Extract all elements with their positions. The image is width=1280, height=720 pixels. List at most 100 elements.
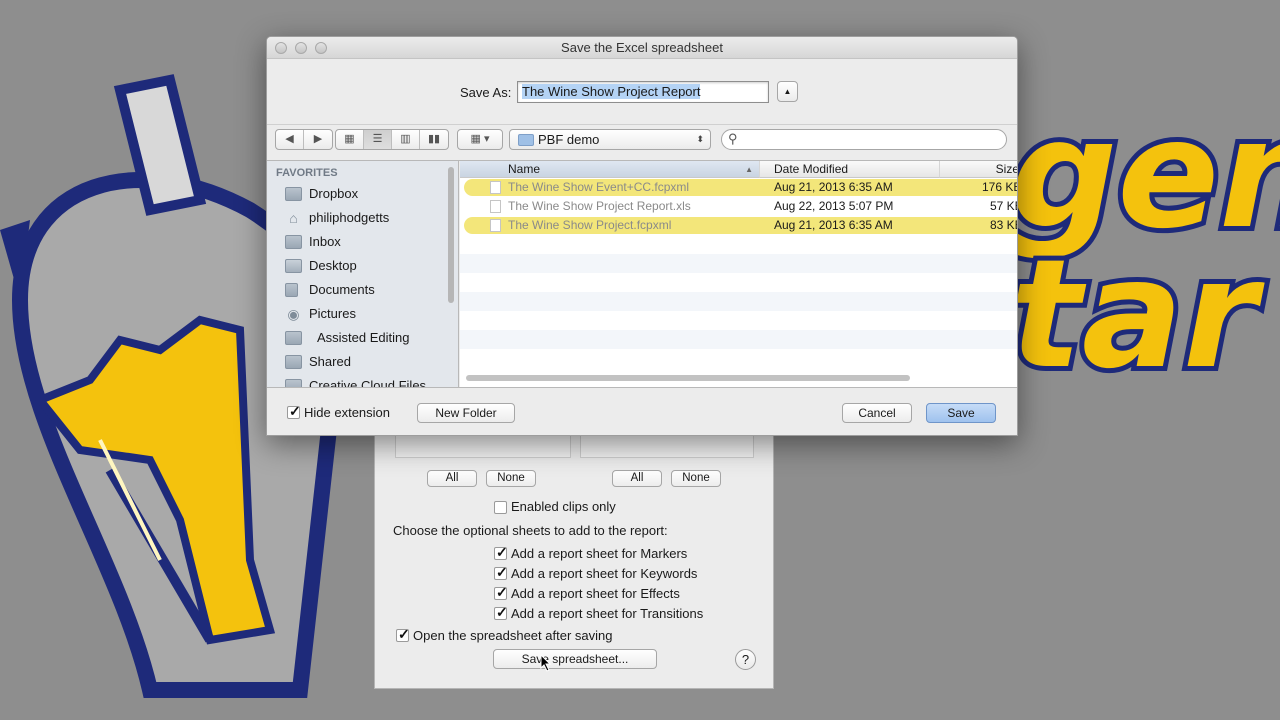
close-window-icon[interactable] <box>275 42 287 54</box>
file-row[interactable]: The Wine Show Project Report.xls Aug 22,… <box>460 197 1017 216</box>
effects-checkbox[interactable]: ✓ <box>494 584 508 600</box>
list-well-left <box>395 434 571 458</box>
keywords-checkbox[interactable]: ✓ <box>494 564 508 580</box>
open-after-checkbox[interactable]: ✓ <box>396 626 410 642</box>
sidebar: FAVORITES Dropbox ⌂ philiphodgetts Inbox… <box>267 161 459 387</box>
icon-view-icon[interactable]: ▦ <box>336 130 364 149</box>
file-row[interactable]: The Wine Show Project.fcpxml Aug 21, 201… <box>460 216 1017 235</box>
minimize-window-icon[interactable] <box>295 42 307 54</box>
zoom-window-icon[interactable] <box>315 42 327 54</box>
background-word-tar: tar <box>1005 228 1262 402</box>
file-size: 83 KB <box>990 218 1017 232</box>
markers-checkbox[interactable]: ✓ <box>494 544 508 560</box>
save-as-row: Save As: The Wine Show Project Report ▲ <box>267 59 1017 125</box>
file-name: The Wine Show Project Report.xls <box>508 199 691 213</box>
column-header-size[interactable]: Size <box>940 161 1017 178</box>
save-dialog: Save the Excel spreadsheet Save As: The … <box>266 36 1018 436</box>
report-options-panel: All None All None Enabled clips only Cho… <box>374 420 774 689</box>
sidebar-item-label: Dropbox <box>309 186 359 201</box>
cancel-button[interactable]: Cancel <box>842 403 912 423</box>
column-header-label: Name <box>508 162 541 176</box>
sidebar-item-label: Shared <box>309 354 351 369</box>
dialog-title: Save the Excel spreadsheet <box>561 40 723 55</box>
folder-icon <box>285 187 302 201</box>
new-folder-button[interactable]: New Folder <box>417 403 515 423</box>
forward-arrow-icon[interactable]: ▶ <box>304 130 332 149</box>
folder-icon <box>285 331 302 345</box>
sidebar-item-creative-cloud[interactable]: Creative Cloud Files <box>285 375 445 387</box>
sidebar-item-documents[interactable]: Documents <box>285 279 445 301</box>
file-row[interactable]: The Wine Show Event+CC.fcpxml Aug 21, 20… <box>460 178 1018 197</box>
sidebar-item-dropbox[interactable]: Dropbox <box>285 183 445 205</box>
column-header-name[interactable]: Name ▲ <box>460 161 760 178</box>
effects-sheet-label: Add a report sheet for Effects <box>511 586 680 601</box>
check-icon: ✓ <box>496 544 508 560</box>
empty-row <box>460 235 1017 254</box>
column-header-date[interactable]: Date Modified <box>760 161 940 178</box>
camera-icon: ◉ <box>287 306 300 322</box>
optional-sheets-prompt: Choose the optional sheets to add to the… <box>393 523 668 538</box>
sidebar-item-inbox[interactable]: Inbox <box>285 231 445 253</box>
documents-icon <box>285 283 298 297</box>
save-button[interactable]: Save <box>926 403 996 423</box>
document-icon <box>490 219 501 232</box>
hide-extension-checkbox[interactable]: ✓ <box>287 403 301 419</box>
check-icon: ✓ <box>398 626 410 642</box>
sidebar-item-home[interactable]: ⌂ philiphodgetts <box>285 207 445 229</box>
empty-row <box>460 254 1017 273</box>
hide-extension-label: Hide extension <box>304 405 390 420</box>
list-view-icon[interactable]: ☰ <box>364 130 392 149</box>
sidebar-item-assisted-editing[interactable]: Assisted Editing <box>285 327 445 349</box>
folder-icon <box>518 134 534 146</box>
none-button-right[interactable]: None <box>671 470 721 487</box>
sidebar-item-shared[interactable]: Shared <box>285 351 445 373</box>
sidebar-item-pictures[interactable]: ◉ Pictures <box>285 303 445 325</box>
save-spreadsheet-button[interactable]: Save spreadsheet... <box>493 649 657 669</box>
transitions-sheet-label: Add a report sheet for Transitions <box>511 606 704 621</box>
file-date: Aug 21, 2013 6:35 AM <box>774 218 893 232</box>
check-icon: ✓ <box>496 564 508 580</box>
mouse-cursor-icon <box>540 654 552 672</box>
folder-icon <box>285 355 302 369</box>
empty-row <box>460 273 1017 292</box>
view-mode-buttons: ▦ ☰ ▥ ▮▮ <box>335 129 449 150</box>
keywords-sheet-label: Add a report sheet for Keywords <box>511 566 698 581</box>
check-icon: ✓ <box>496 584 508 600</box>
check-icon: ✓ <box>496 604 508 620</box>
back-arrow-icon[interactable]: ◀ <box>276 130 304 149</box>
search-input[interactable]: ⚲ <box>721 129 1007 150</box>
file-name: The Wine Show Project.fcpxml <box>508 218 672 232</box>
file-name: The Wine Show Event+CC.fcpxml <box>508 180 690 194</box>
transitions-checkbox[interactable]: ✓ <box>494 604 508 620</box>
file-list: Name ▲ Date Modified Size The Wine Show … <box>460 161 1018 387</box>
column-view-icon[interactable]: ▥ <box>392 130 420 149</box>
horizontal-scrollbar[interactable] <box>466 375 910 381</box>
sidebar-item-label: Assisted Editing <box>317 330 410 345</box>
sidebar-item-label: Pictures <box>309 306 356 321</box>
sidebar-item-desktop[interactable]: Desktop <box>285 255 445 277</box>
file-date: Aug 21, 2013 6:35 AM <box>774 180 893 194</box>
folder-icon <box>285 379 302 387</box>
list-well-right <box>580 434 754 458</box>
arrange-button[interactable]: ▦ ▾ <box>457 129 503 150</box>
none-button-left[interactable]: None <box>486 470 536 487</box>
updown-arrows-icon: ⬍ <box>696 134 704 144</box>
enabled-clips-checkbox[interactable] <box>494 501 507 514</box>
sidebar-item-label: philiphodgetts <box>309 210 390 225</box>
check-icon: ✓ <box>289 403 301 419</box>
sidebar-scrollbar[interactable] <box>448 167 454 303</box>
empty-row <box>460 349 1017 368</box>
expand-dialog-button[interactable]: ▲ <box>777 81 798 102</box>
all-button-left[interactable]: All <box>427 470 477 487</box>
all-button-right[interactable]: All <box>612 470 662 487</box>
filename-input[interactable]: The Wine Show Project Report <box>517 81 769 103</box>
help-button[interactable]: ? <box>735 649 756 670</box>
coverflow-view-icon[interactable]: ▮▮ <box>420 130 448 149</box>
document-icon <box>490 181 501 194</box>
file-size: 57 KB <box>990 199 1017 213</box>
dialog-bottom-bar: ✓ Hide extension New Folder Cancel Save <box>267 387 1017 435</box>
location-popup[interactable]: PBF demo ⬍ <box>509 129 711 150</box>
file-date: Aug 22, 2013 5:07 PM <box>774 199 894 213</box>
file-size: 176 KB <box>982 180 1018 194</box>
location-label: PBF demo <box>538 132 600 147</box>
